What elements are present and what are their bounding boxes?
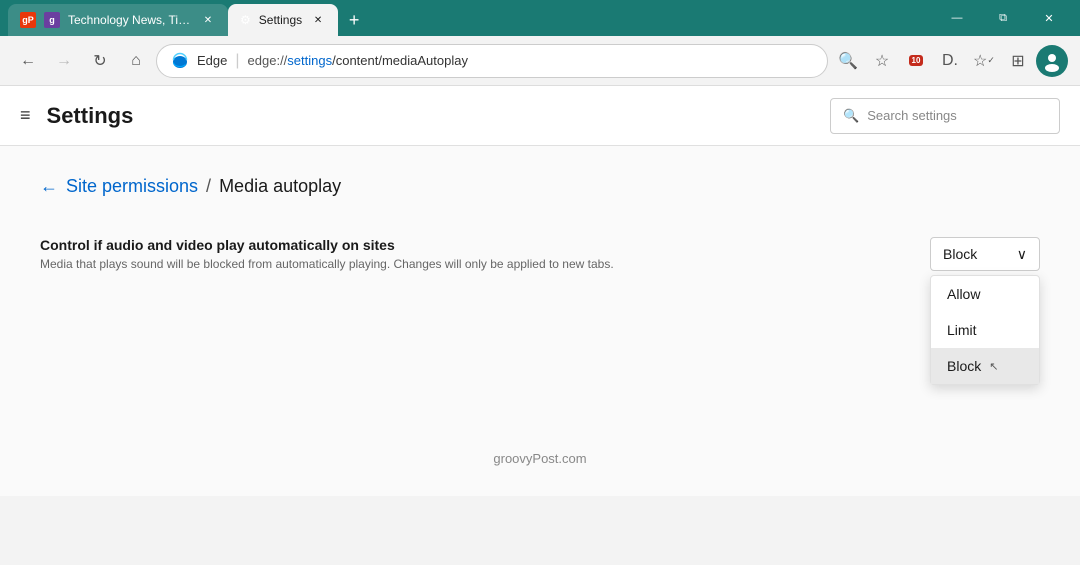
settings-header: ≡ Settings 🔍 Search settings bbox=[0, 86, 1080, 146]
edge-logo bbox=[171, 52, 189, 70]
address-bar[interactable]: Edge | edge://settings/content/mediaAuto… bbox=[156, 44, 828, 78]
toolbar-icons: 🔍 ☆ 10 D. ☆✓ ⊞ bbox=[832, 45, 1068, 77]
setting-text: Control if audio and video play automati… bbox=[40, 237, 614, 271]
breadcrumb-back-arrow[interactable]: ← bbox=[40, 176, 58, 197]
tab-settings-favicon: ⚙ bbox=[240, 13, 251, 27]
minimize-button[interactable]: — bbox=[934, 0, 980, 36]
tab-settings[interactable]: ⚙ Settings ✕ bbox=[228, 4, 338, 36]
settings-search-placeholder: Search settings bbox=[867, 108, 957, 123]
home-button[interactable]: ⌂ bbox=[120, 45, 152, 77]
dropdown-menu: Allow Limit Block ↖ bbox=[930, 275, 1040, 385]
content-area: ← Site permissions / Media autoplay Cont… bbox=[0, 146, 1080, 496]
close-button[interactable]: ✕ bbox=[1026, 0, 1072, 36]
footer-text: groovyPost.com bbox=[493, 451, 586, 466]
setting-row: Control if audio and video play automati… bbox=[40, 227, 1040, 281]
new-tab-button[interactable]: + bbox=[338, 4, 370, 36]
edge-label: Edge bbox=[197, 53, 227, 68]
refresh-button[interactable]: ↻ bbox=[84, 45, 116, 77]
tabs-container: gP g Technology News, Tips, Reviews. ✕ ⚙… bbox=[8, 0, 930, 36]
dropdown-container: Block ∨ Allow Limit Block ↖ bbox=[930, 237, 1040, 271]
setting-desc: Media that plays sound will be blocked f… bbox=[40, 257, 614, 271]
address-bar-row: ← → ↻ ⌂ Edge | edge://settings/content/m… bbox=[0, 36, 1080, 86]
favorites-bar-icon[interactable]: ☆✓ bbox=[968, 45, 1000, 77]
breadcrumb-current: Media autoplay bbox=[219, 176, 341, 197]
tab-news-label: Technology News, Tips, Reviews. bbox=[68, 13, 192, 27]
todo-badge: 10 bbox=[909, 55, 924, 66]
search-toolbar-icon[interactable]: 🔍 bbox=[832, 45, 864, 77]
settings-search-icon: 🔍 bbox=[843, 108, 859, 124]
settings-search[interactable]: 🔍 Search settings bbox=[830, 98, 1060, 134]
breadcrumb-parent-link[interactable]: Site permissions bbox=[66, 176, 198, 197]
todo-icon[interactable]: 10 bbox=[900, 45, 932, 77]
address-url: edge://settings/content/mediaAutoplay bbox=[248, 53, 468, 68]
cursor-indicator: ↖ bbox=[989, 360, 998, 373]
footer: groovyPost.com bbox=[0, 431, 1080, 486]
breadcrumb: ← Site permissions / Media autoplay bbox=[40, 176, 1040, 197]
favorites-icon[interactable]: ☆ bbox=[866, 45, 898, 77]
setting-label: Control if audio and video play automati… bbox=[40, 237, 614, 253]
profile-avatar[interactable] bbox=[1036, 45, 1068, 77]
dropdown-selected-value: Block bbox=[943, 246, 977, 262]
restore-button[interactable]: ⧉ bbox=[980, 0, 1026, 36]
tab-news-favicon-g: g bbox=[44, 12, 60, 28]
dropdown-option-limit-label: Limit bbox=[947, 322, 977, 338]
url-path: settings bbox=[287, 53, 332, 68]
breadcrumb-separator: / bbox=[206, 176, 211, 197]
url-protocol: edge:// bbox=[248, 53, 288, 68]
tab-news-favicon-gp: gP bbox=[20, 12, 36, 28]
dropdown-chevron: ∨ bbox=[1017, 246, 1027, 263]
tab-news[interactable]: gP g Technology News, Tips, Reviews. ✕ bbox=[8, 4, 228, 36]
autoplay-dropdown-button[interactable]: Block ∨ bbox=[930, 237, 1040, 271]
back-button[interactable]: ← bbox=[12, 45, 44, 77]
dropdown-option-block[interactable]: Block ↖ bbox=[931, 348, 1039, 384]
url-path-suffix: /content/mediaAutoplay bbox=[332, 53, 468, 68]
dropdown-option-limit[interactable]: Limit bbox=[931, 312, 1039, 348]
dropdown-option-block-label: Block bbox=[947, 358, 981, 374]
settings-title: Settings bbox=[47, 103, 134, 129]
title-bar: gP g Technology News, Tips, Reviews. ✕ ⚙… bbox=[0, 0, 1080, 36]
tab-news-close[interactable]: ✕ bbox=[200, 12, 216, 28]
settings-menu-icon[interactable]: ≡ bbox=[20, 105, 31, 126]
collections-icon[interactable]: ⊞ bbox=[1002, 45, 1034, 77]
tab-settings-close[interactable]: ✕ bbox=[310, 12, 326, 28]
extensions-icon[interactable]: D. bbox=[934, 45, 966, 77]
dropdown-option-allow[interactable]: Allow bbox=[931, 276, 1039, 312]
window-controls: — ⧉ ✕ bbox=[934, 0, 1072, 36]
tab-settings-label: Settings bbox=[259, 13, 302, 27]
dropdown-option-allow-label: Allow bbox=[947, 286, 980, 302]
address-divider: | bbox=[235, 52, 239, 70]
forward-button[interactable]: → bbox=[48, 45, 80, 77]
